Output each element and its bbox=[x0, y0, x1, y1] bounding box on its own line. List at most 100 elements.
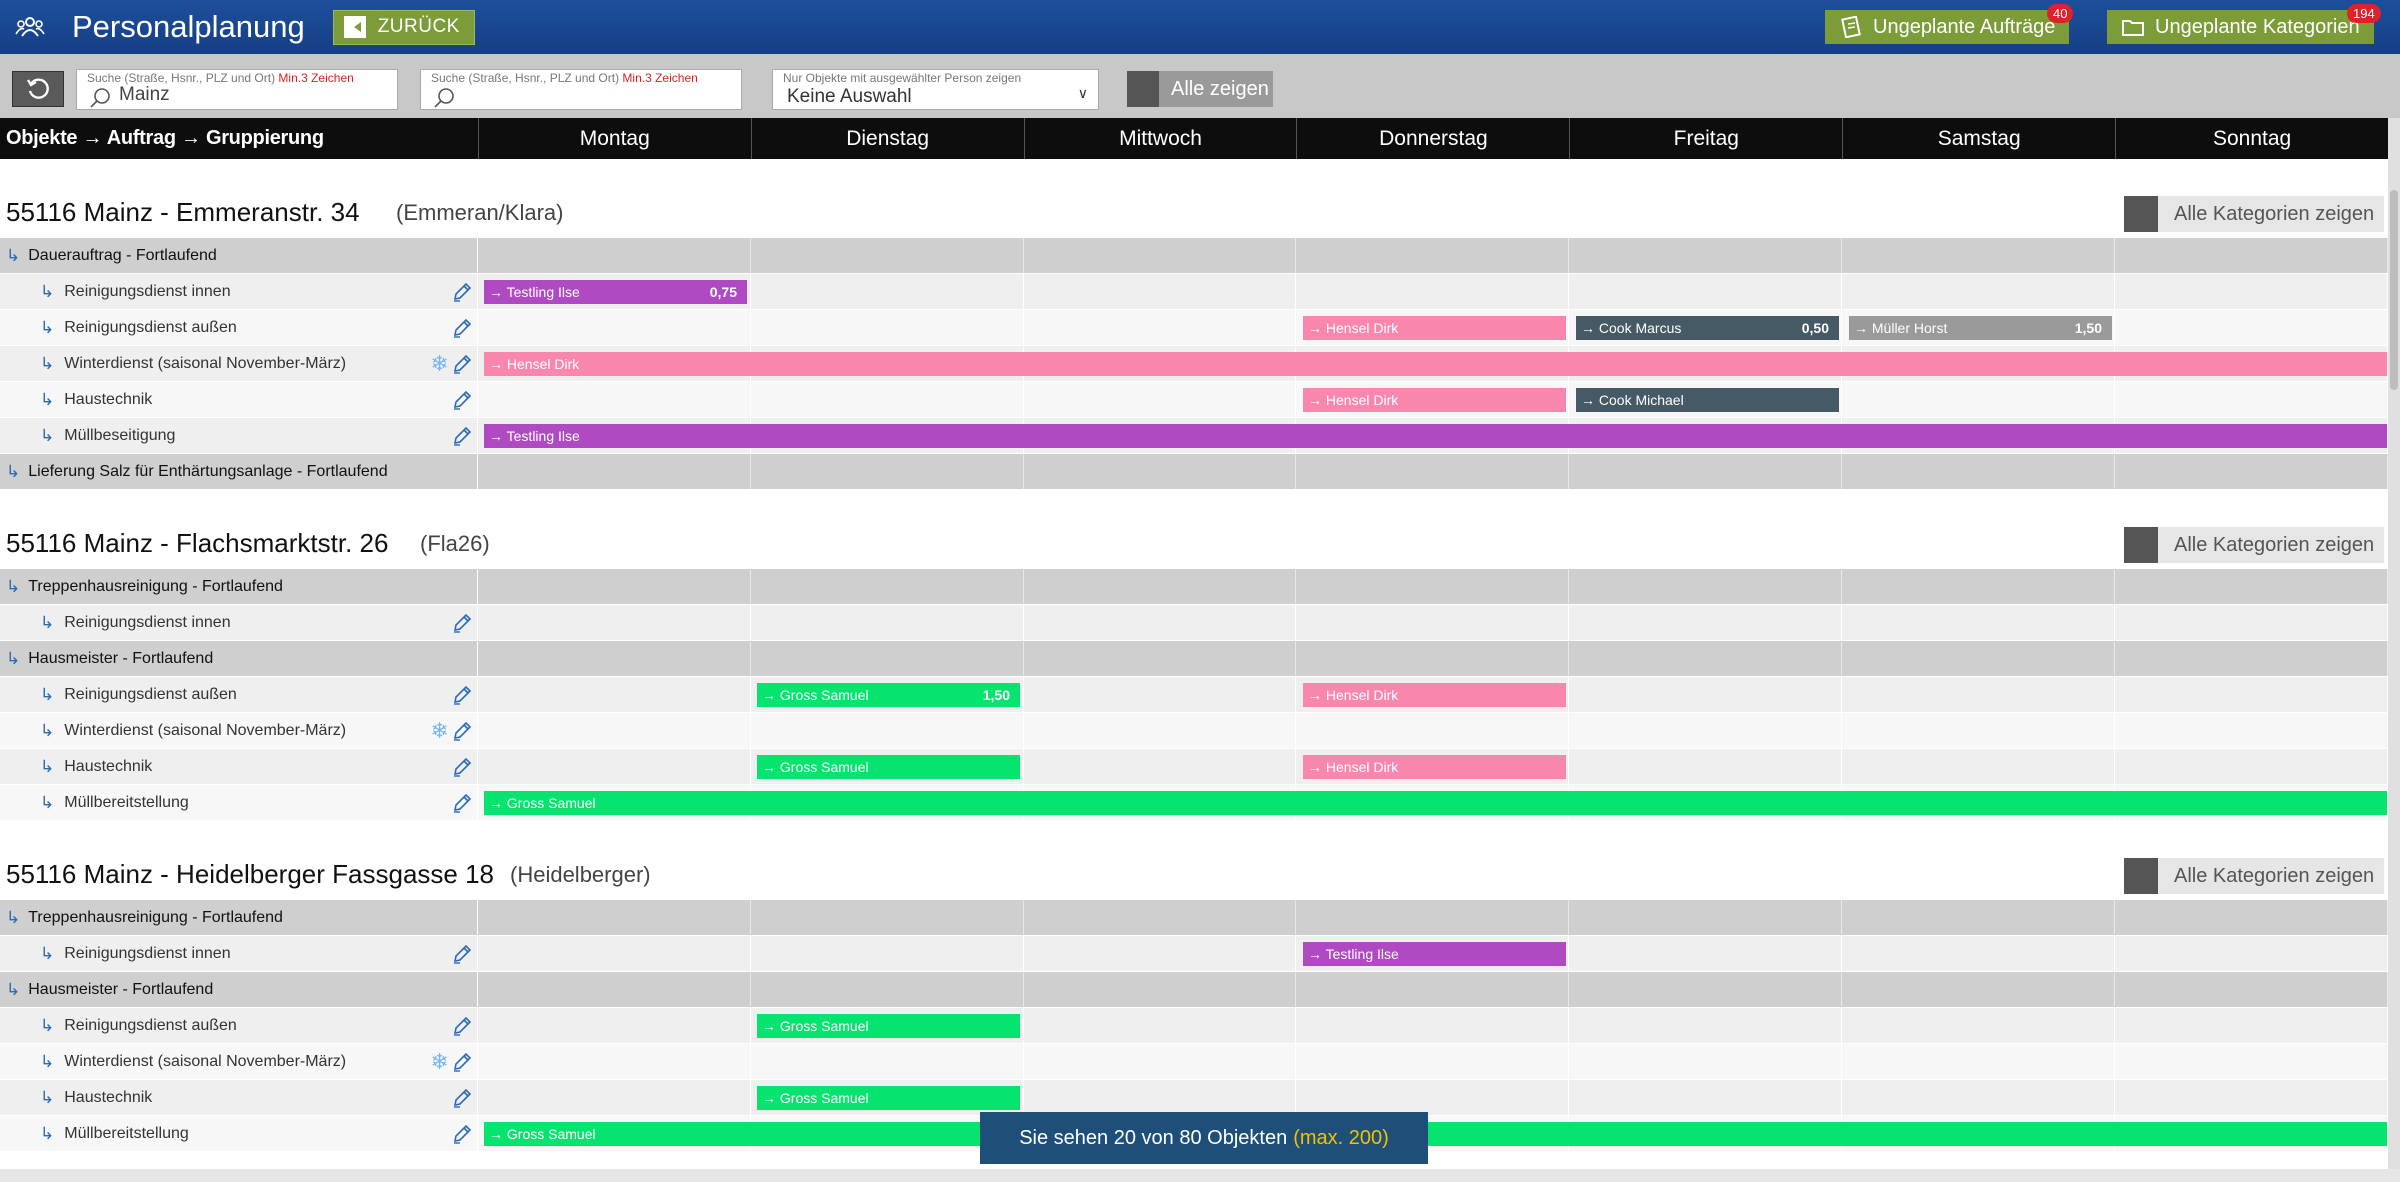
assignment-bar[interactable]: → Hensel Dirk bbox=[1303, 388, 1566, 412]
day-cell[interactable] bbox=[1569, 1008, 1843, 1043]
day-cell[interactable] bbox=[1842, 238, 2116, 273]
day-cell[interactable] bbox=[1569, 641, 1843, 676]
day-cell[interactable] bbox=[2115, 1080, 2388, 1115]
day-cell[interactable] bbox=[1023, 382, 1297, 417]
day-cell[interactable] bbox=[2115, 569, 2388, 604]
day-cell[interactable] bbox=[1023, 677, 1297, 712]
day-cell[interactable] bbox=[1569, 454, 1843, 489]
day-cell[interactable] bbox=[750, 310, 1024, 345]
day-cell[interactable] bbox=[478, 454, 751, 489]
day-cell[interactable] bbox=[1842, 641, 2116, 676]
day-cell[interactable] bbox=[1023, 1080, 1297, 1115]
day-cell[interactable] bbox=[2115, 677, 2388, 712]
assignment-bar[interactable]: → Hensel Dirk bbox=[1303, 755, 1566, 779]
vertical-scrollbar[interactable] bbox=[2388, 118, 2400, 1169]
day-cell[interactable] bbox=[478, 238, 751, 273]
assignment-bar[interactable]: → Cook Marcus 0,50 bbox=[1576, 316, 1839, 340]
day-cell[interactable] bbox=[750, 605, 1024, 640]
day-cell[interactable] bbox=[478, 641, 751, 676]
day-cell[interactable] bbox=[1842, 972, 2116, 1007]
day-cell[interactable] bbox=[478, 900, 751, 935]
edit-pencil-icon[interactable] bbox=[451, 756, 473, 778]
reset-button[interactable] bbox=[12, 71, 64, 107]
edit-pencil-icon[interactable] bbox=[451, 1051, 473, 1073]
day-cell[interactable] bbox=[2115, 900, 2388, 935]
show-all-categories-button[interactable]: Alle Kategorien zeigen bbox=[2124, 196, 2384, 232]
day-cell[interactable] bbox=[1842, 1044, 2116, 1079]
day-cell[interactable] bbox=[750, 713, 1024, 748]
unplanned-orders-button[interactable]: Ungeplante Aufträge 40 bbox=[1825, 4, 2074, 44]
day-cell[interactable] bbox=[1296, 454, 1570, 489]
edit-pencil-icon[interactable] bbox=[451, 317, 473, 339]
day-cell[interactable] bbox=[2115, 454, 2388, 489]
day-cell[interactable] bbox=[751, 238, 1024, 273]
day-cell[interactable] bbox=[1024, 454, 1297, 489]
day-cell[interactable] bbox=[1023, 1008, 1297, 1043]
day-cell[interactable] bbox=[1842, 1080, 2116, 1115]
day-cell[interactable] bbox=[751, 454, 1024, 489]
day-cell[interactable] bbox=[2115, 274, 2388, 309]
day-cell[interactable] bbox=[1569, 238, 1843, 273]
assignment-bar[interactable]: → Testling Ilse 0,75 bbox=[484, 280, 747, 304]
edit-pencil-icon[interactable] bbox=[451, 1087, 473, 1109]
day-cell[interactable] bbox=[751, 900, 1024, 935]
day-cell[interactable] bbox=[1024, 900, 1297, 935]
assignment-bar[interactable]: → Testling Ilse bbox=[484, 424, 2387, 448]
edit-pencil-icon[interactable] bbox=[451, 1015, 473, 1037]
day-cell[interactable] bbox=[1024, 641, 1297, 676]
assignment-bar[interactable]: → Cook Michael bbox=[1576, 388, 1839, 412]
day-cell[interactable] bbox=[751, 972, 1024, 1007]
day-cell[interactable] bbox=[477, 936, 751, 971]
day-cell[interactable] bbox=[477, 749, 751, 784]
day-cell[interactable] bbox=[1296, 1044, 1570, 1079]
day-cell[interactable] bbox=[1842, 382, 2116, 417]
day-cell[interactable] bbox=[750, 274, 1024, 309]
day-cell[interactable] bbox=[1296, 972, 1570, 1007]
assignment-bar[interactable]: → Hensel Dirk bbox=[1303, 316, 1566, 340]
day-cell[interactable] bbox=[1023, 310, 1297, 345]
day-cell[interactable] bbox=[477, 1044, 751, 1079]
show-all-categories-button[interactable]: Alle Kategorien zeigen bbox=[2124, 527, 2384, 563]
day-cell[interactable] bbox=[1842, 713, 2116, 748]
back-button[interactable]: ZURÜCK bbox=[332, 9, 475, 45]
assignment-bar[interactable]: → Gross Samuel bbox=[757, 1086, 1020, 1110]
day-cell[interactable] bbox=[2115, 238, 2388, 273]
day-cell[interactable] bbox=[1023, 605, 1297, 640]
day-cell[interactable] bbox=[1296, 274, 1570, 309]
day-cell[interactable] bbox=[1569, 936, 1843, 971]
search-input-1[interactable]: Suche (Straße, Hsnr., PLZ und Ort) Min.3… bbox=[76, 69, 398, 110]
day-cell[interactable] bbox=[1569, 605, 1843, 640]
day-cell[interactable] bbox=[1842, 569, 2116, 604]
person-select[interactable]: Nur Objekte mit ausgewählter Person zeig… bbox=[772, 69, 1099, 110]
day-cell[interactable] bbox=[1842, 677, 2116, 712]
edit-pencil-icon[interactable] bbox=[451, 720, 473, 742]
search-input-2[interactable]: Suche (Straße, Hsnr., PLZ und Ort) Min.3… bbox=[420, 69, 742, 110]
assignment-bar[interactable]: → Gross Samuel bbox=[484, 791, 2387, 815]
unplanned-categories-button[interactable]: Ungeplante Kategorien 194 bbox=[2107, 4, 2381, 44]
day-cell[interactable] bbox=[1842, 605, 2116, 640]
day-cell[interactable] bbox=[2115, 641, 2388, 676]
day-cell[interactable] bbox=[1569, 749, 1843, 784]
day-cell[interactable] bbox=[477, 1008, 751, 1043]
edit-pencil-icon[interactable] bbox=[451, 425, 473, 447]
show-all-button[interactable]: Alle zeigen bbox=[1127, 71, 1273, 107]
day-cell[interactable] bbox=[1023, 1044, 1297, 1079]
assignment-bar[interactable]: → Hensel Dirk bbox=[1303, 683, 1566, 707]
day-cell[interactable] bbox=[1842, 936, 2116, 971]
assignment-bar[interactable]: → Müller Horst 1,50 bbox=[1849, 316, 2112, 340]
day-cell[interactable] bbox=[2115, 972, 2388, 1007]
day-cell[interactable] bbox=[2115, 713, 2388, 748]
day-cell[interactable] bbox=[1023, 274, 1297, 309]
day-cell[interactable] bbox=[750, 1044, 1024, 1079]
edit-pencil-icon[interactable] bbox=[451, 792, 473, 814]
day-cell[interactable] bbox=[477, 605, 751, 640]
day-cell[interactable] bbox=[2115, 1008, 2388, 1043]
day-cell[interactable] bbox=[1296, 605, 1570, 640]
edit-pencil-icon[interactable] bbox=[451, 1123, 473, 1145]
day-cell[interactable] bbox=[1569, 569, 1843, 604]
day-cell[interactable] bbox=[477, 713, 751, 748]
day-cell[interactable] bbox=[1569, 1044, 1843, 1079]
day-cell[interactable] bbox=[1842, 749, 2116, 784]
edit-pencil-icon[interactable] bbox=[451, 684, 473, 706]
show-all-categories-button[interactable]: Alle Kategorien zeigen bbox=[2124, 858, 2384, 894]
